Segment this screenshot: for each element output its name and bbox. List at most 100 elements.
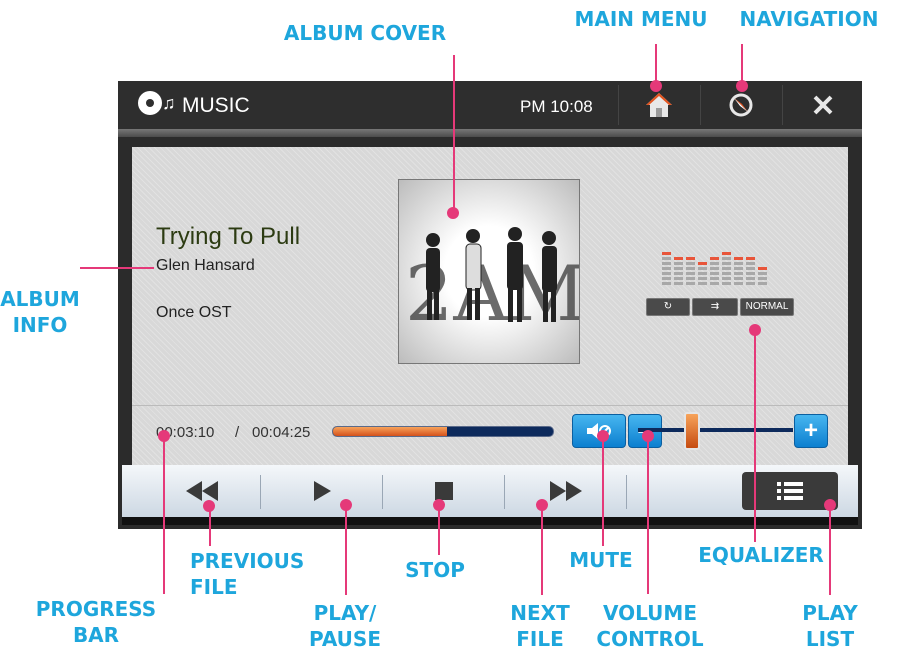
- callout-album-info-line1: ALBUM: [0, 287, 80, 311]
- equalizer-segment: [746, 277, 755, 280]
- equalizer-segment: [698, 282, 707, 285]
- divider: [504, 475, 505, 509]
- equalizer-segment: [746, 282, 755, 285]
- mute-leader: [602, 436, 604, 546]
- album-cover-leader: [453, 55, 455, 213]
- equalizer-segment: [746, 257, 755, 260]
- play-list-marker: [824, 499, 836, 511]
- volume-control-marker: [642, 430, 654, 442]
- equalizer-segment: [710, 277, 719, 280]
- callout-album-cover: ALBUM COVER: [283, 21, 447, 45]
- navigation-icon: [729, 93, 753, 117]
- navigation-marker: [736, 80, 748, 92]
- equalizer-segment: [686, 257, 695, 260]
- equalizer-mode-button[interactable]: NORMAL: [740, 298, 794, 316]
- equalizer-segment: [758, 277, 767, 280]
- callout-equalizer: EQUALIZER: [698, 543, 824, 567]
- divider: [382, 475, 383, 509]
- equalizer-segment: [722, 272, 731, 275]
- next-file-leader: [541, 505, 543, 595]
- progress-bar[interactable]: [332, 426, 554, 437]
- callout-stop: STOP: [405, 558, 465, 582]
- title-bar: ♫ MUSIC PM 10:08: [118, 81, 862, 130]
- progress-fill: [333, 427, 448, 436]
- volume-slider-knob[interactable]: [684, 412, 701, 450]
- equalizer-segment: [734, 262, 743, 265]
- play-pause-button[interactable]: [262, 465, 382, 517]
- callout-play-list: PLAY LIST: [790, 600, 870, 652]
- equalizer-segment: [758, 267, 767, 270]
- equalizer-segment: [674, 272, 683, 275]
- album-cover-marker: [447, 207, 459, 219]
- equalizer-segment: [686, 277, 695, 280]
- stop-button[interactable]: [384, 465, 504, 517]
- volume-track[interactable]: [638, 428, 793, 432]
- callout-volume-control-line1: VOLUME: [603, 601, 697, 625]
- progress-row: 00:03:10 / 00:04:25 − +: [132, 405, 848, 456]
- equalizer-segment: [722, 257, 731, 260]
- callout-next-file: NEXT FILE: [495, 600, 585, 652]
- callout-next-file-line2: FILE: [516, 627, 564, 651]
- callout-volume-control-line2: CONTROL: [596, 627, 704, 651]
- next-button[interactable]: [506, 465, 626, 517]
- callout-play-list-line1: PLAY: [802, 601, 858, 625]
- equalizer-segment: [674, 257, 683, 260]
- equalizer-segment: [686, 282, 695, 285]
- divider: [260, 475, 261, 509]
- equalizer-segment: [746, 272, 755, 275]
- equalizer-marker: [749, 324, 761, 336]
- volume-control-leader: [647, 436, 649, 594]
- previous-button[interactable]: [142, 465, 262, 517]
- clock: PM 10:08: [520, 97, 593, 116]
- callout-play-list-line2: LIST: [805, 627, 855, 651]
- callout-mute: MUTE: [569, 548, 633, 572]
- next-file-marker: [536, 499, 548, 511]
- music-note-icon: ♫: [162, 93, 176, 113]
- music-logo-icon: [138, 91, 162, 115]
- equalizer-segment: [722, 262, 731, 265]
- callout-main-menu: MAIN MENU: [574, 7, 708, 31]
- equalizer-segment: [758, 272, 767, 275]
- equalizer-segment: [734, 257, 743, 260]
- close-icon: [813, 95, 833, 115]
- title-shelf: [118, 129, 862, 137]
- play-icon: [314, 481, 331, 501]
- play-pause-leader: [345, 505, 347, 595]
- equalizer-segment: [722, 277, 731, 280]
- repeat-button[interactable]: ↻: [646, 298, 690, 316]
- equalizer-segment: [674, 282, 683, 285]
- album-cover[interactable]: 2AM: [398, 179, 580, 364]
- stop-icon: [435, 482, 453, 500]
- equalizer-segment: [698, 267, 707, 270]
- equalizer-segment: [746, 262, 755, 265]
- callout-previous-file: PREVIOUS FILE: [190, 548, 310, 600]
- previous-file-marker: [203, 500, 215, 512]
- equalizer-segment: [662, 277, 671, 280]
- album-cover-art: 2AM: [405, 227, 579, 338]
- volume-up-button[interactable]: +: [794, 414, 828, 448]
- equalizer-segment: [686, 262, 695, 265]
- progress-bar-marker: [158, 430, 170, 442]
- equalizer-segment: [710, 262, 719, 265]
- shuffle-button[interactable]: ⇉: [692, 298, 738, 316]
- equalizer-segment: [698, 272, 707, 275]
- main-menu-marker: [650, 80, 662, 92]
- callout-album-info-line2: INFO: [12, 313, 68, 337]
- progress-bar-leader: [163, 436, 165, 594]
- callout-play-pause-line2: PAUSE: [309, 627, 381, 651]
- album-name: Once OST: [156, 304, 232, 321]
- repeat-icon: ↻: [663, 301, 673, 312]
- equalizer-segment: [710, 257, 719, 260]
- stop-marker: [433, 499, 445, 511]
- close-button[interactable]: [782, 85, 863, 125]
- equalizer-segment: [698, 262, 707, 265]
- list-icon: [777, 482, 803, 500]
- equalizer-segment: [686, 272, 695, 275]
- bottom-strip: [122, 517, 858, 525]
- equalizer-segment: [722, 252, 731, 255]
- callout-album-info: ALBUM INFO: [0, 286, 80, 338]
- time-separator: /: [235, 424, 240, 441]
- callout-volume-control: VOLUME CONTROL: [585, 600, 715, 652]
- equalizer-segment: [710, 282, 719, 285]
- home-icon: [646, 93, 672, 117]
